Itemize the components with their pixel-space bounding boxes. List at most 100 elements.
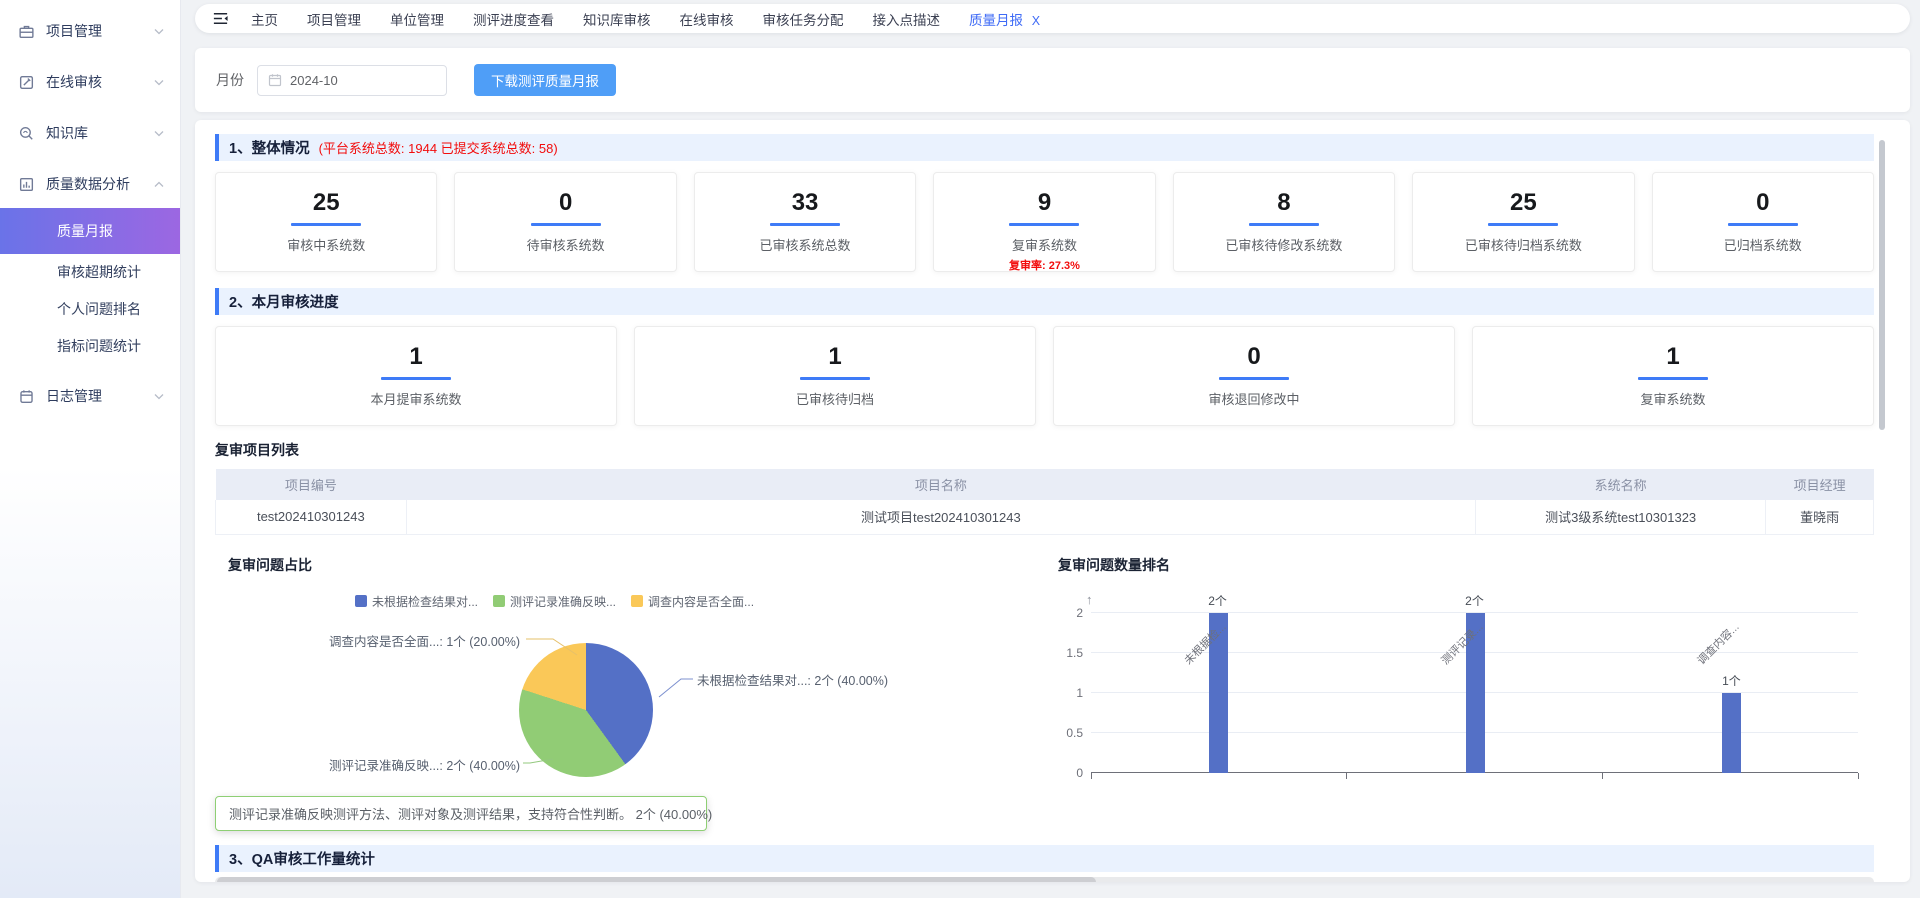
stat-label: 审核中系统数 xyxy=(216,235,436,254)
legend-item[interactable]: 测评记录准确反映... xyxy=(493,593,616,610)
nav-tab-unit-management[interactable]: 单位管理 xyxy=(390,9,444,29)
horizontal-scrollbar[interactable] xyxy=(215,877,1874,883)
calendar-icon xyxy=(268,73,282,87)
stat-underline xyxy=(1728,223,1798,226)
horizontal-scrollbar-thumb[interactable] xyxy=(217,877,1096,883)
menu-fold-icon[interactable] xyxy=(212,10,229,27)
legend-swatch xyxy=(631,595,643,607)
stat-label: 待审核系统数 xyxy=(455,235,675,254)
column-header-system-name: 系统名称 xyxy=(1476,469,1766,500)
stat-label: 复审系统数 xyxy=(1473,389,1873,408)
legend-swatch xyxy=(493,595,505,607)
legend-item[interactable]: 调查内容是否全面... xyxy=(631,593,754,610)
charts-row: 复审问题占比 未根据检查结果对... 测评记录准确反映... 调查内容是否全面.… xyxy=(215,549,1874,835)
column-header-project-name: 项目名称 xyxy=(406,469,1475,500)
nav-tab-knowledge-review[interactable]: 知识库审核 xyxy=(583,9,651,29)
section-note: (平台系统总数: 1944 已提交系统总数: 58) xyxy=(319,138,558,157)
stat-underline xyxy=(531,223,601,226)
chart-tooltip: 测评记录准确反映测评方法、测评对象及测评结果，支持符合性判断。 2个 (40.0… xyxy=(215,796,707,831)
sidebar-item-label: 知识库 xyxy=(46,123,88,143)
chevron-down-icon xyxy=(154,130,164,137)
vertical-scrollbar-thumb[interactable] xyxy=(1879,140,1885,430)
stat-card-under-review: 25 审核中系统数 xyxy=(215,172,437,272)
stat-label: 审核退回修改中 xyxy=(1054,389,1454,408)
stat-card-pending-review: 0 待审核系统数 xyxy=(454,172,676,272)
quality-analysis-submenu: 质量月报 审核超期统计 个人问题排名 指标问题统计 xyxy=(0,208,180,365)
bar-3[interactable] xyxy=(1722,693,1741,773)
stat-card-re-review: 9 复审系统数 复审率: 27.3% xyxy=(933,172,1155,272)
overview-cards-row: 25 审核中系统数 0 待审核系统数 33 已审核系统总数 9 复审系统数 复审… xyxy=(215,172,1874,272)
sidebar-subitem-review-overdue-stats[interactable]: 审核超期统计 xyxy=(0,254,180,291)
section-header-overview: 1、整体情况 (平台系统总数: 1944 已提交系统总数: 58) xyxy=(215,134,1874,161)
briefcase-icon xyxy=(18,23,35,40)
nav-tab-quality-monthly-report-active[interactable]: 质量月报 X xyxy=(969,9,1040,29)
sidebar-item-label: 质量数据分析 xyxy=(46,174,130,194)
nav-tab-access-point[interactable]: 接入点描述 xyxy=(873,9,941,29)
legend-label: 调查内容是否全面... xyxy=(648,593,754,610)
pie-label-check-result: 未根据检查结果对...: 2个 (40.00%) xyxy=(697,670,888,689)
cell-system-name: 测试3级系统test10301323 xyxy=(1476,500,1766,534)
legend-item[interactable]: 未根据检查结果对... xyxy=(355,593,478,610)
chevron-down-icon xyxy=(154,393,164,400)
report-content: 1、整体情况 (平台系统总数: 1944 已提交系统总数: 58) 25 审核中… xyxy=(195,120,1910,882)
filter-bar: 月份 2024-10 下载测评质量月报 xyxy=(195,48,1910,112)
nav-tab-home[interactable]: 主页 xyxy=(251,9,278,29)
y-axis-tick-label: 2 xyxy=(1057,606,1083,620)
sidebar-subitem-indicator-issue-stats[interactable]: 指标问题统计 xyxy=(0,328,180,365)
month-picker-input[interactable]: 2024-10 xyxy=(257,65,447,96)
knowledge-search-icon xyxy=(18,125,35,142)
pie[interactable] xyxy=(519,643,653,777)
chevron-down-icon xyxy=(154,28,164,35)
stat-card-reviewed-total: 33 已审核系统总数 xyxy=(694,172,916,272)
stat-card-monthly-submitted: 1 本月提审系统数 xyxy=(215,326,617,426)
sidebar-item-quality-data-analysis[interactable]: 质量数据分析 xyxy=(0,164,180,204)
sidebar-item-label: 项目管理 xyxy=(46,21,102,41)
sidebar-item-project-management[interactable]: 项目管理 xyxy=(0,11,180,51)
re-review-issue-pie-panel: 复审问题占比 未根据检查结果对... 测评记录准确反映... 调查内容是否全面.… xyxy=(215,549,1045,835)
stat-value: 8 xyxy=(1174,190,1394,216)
section-header-qa-workload: 3、QA审核工作量统计 xyxy=(215,845,1874,872)
pie-chart-title: 复审问题占比 xyxy=(228,555,312,575)
sidebar-item-log-management[interactable]: 日志管理 xyxy=(0,376,180,416)
sidebar-subitem-personal-issue-ranking[interactable]: 个人问题排名 xyxy=(0,291,180,328)
month-picker-value: 2024-10 xyxy=(290,73,338,88)
sidebar-item-knowledge-base[interactable]: 知识库 xyxy=(0,113,180,153)
stat-underline xyxy=(800,377,870,380)
stat-value: 1 xyxy=(216,344,616,370)
y-axis-tick-label: 0.5 xyxy=(1057,726,1083,740)
stat-underline xyxy=(1219,377,1289,380)
download-report-button[interactable]: 下载测评质量月报 xyxy=(474,64,616,96)
nav-tab-online-review[interactable]: 在线审核 xyxy=(680,9,734,29)
stat-value: 0 xyxy=(455,190,675,216)
active-tab-label: 质量月报 xyxy=(969,13,1023,28)
stat-underline xyxy=(381,377,451,380)
bar-plot: ↑ 00.511.522个未根据检...2个测评记录...1个调查内容... xyxy=(1091,609,1858,773)
stat-underline xyxy=(1249,223,1319,226)
column-header-project-code: 项目编号 xyxy=(216,469,407,500)
edit-icon xyxy=(18,74,35,91)
stat-value: 0 xyxy=(1054,344,1454,370)
pie-label-eval-record: 测评记录准确反映...: 2个 (40.00%) xyxy=(273,755,520,774)
stat-label: 已审核待归档系统数 xyxy=(1413,235,1633,254)
stat-underline xyxy=(1638,377,1708,380)
stat-value: 25 xyxy=(216,190,436,216)
re-review-rate: 复审率: 27.3% xyxy=(934,257,1154,273)
pie-legend: 未根据检查结果对... 测评记录准确反映... 调查内容是否全面... xyxy=(355,593,754,610)
stat-value: 0 xyxy=(1653,190,1873,216)
sidebar-item-online-review[interactable]: 在线审核 xyxy=(0,62,180,102)
y-axis-tick-label: 1.5 xyxy=(1057,646,1083,660)
stat-label: 已归档系统数 xyxy=(1653,235,1873,254)
legend-label: 未根据检查结果对... xyxy=(372,593,478,610)
bar-value-label: 2个 xyxy=(1188,592,1248,609)
sidebar: 项目管理 在线审核 知识库 质量数据分析 质量月报 审核超期统计 xyxy=(0,0,181,898)
sidebar-subitem-quality-monthly-report[interactable]: 质量月报 xyxy=(0,208,180,254)
bar-value-label: 1个 xyxy=(1701,672,1761,689)
sidebar-item-label: 日志管理 xyxy=(46,386,102,406)
nav-tab-project-management[interactable]: 项目管理 xyxy=(307,9,361,29)
bar-chart-title: 复审问题数量排名 xyxy=(1058,555,1170,575)
stat-label: 复审系统数 xyxy=(934,235,1154,254)
nav-tab-evaluation-progress[interactable]: 测评进度查看 xyxy=(473,9,554,29)
nav-tab-review-task-assign[interactable]: 审核任务分配 xyxy=(763,9,844,29)
tab-close-icon[interactable]: X xyxy=(1032,14,1040,28)
stat-card-archived: 0 已归档系统数 xyxy=(1652,172,1874,272)
